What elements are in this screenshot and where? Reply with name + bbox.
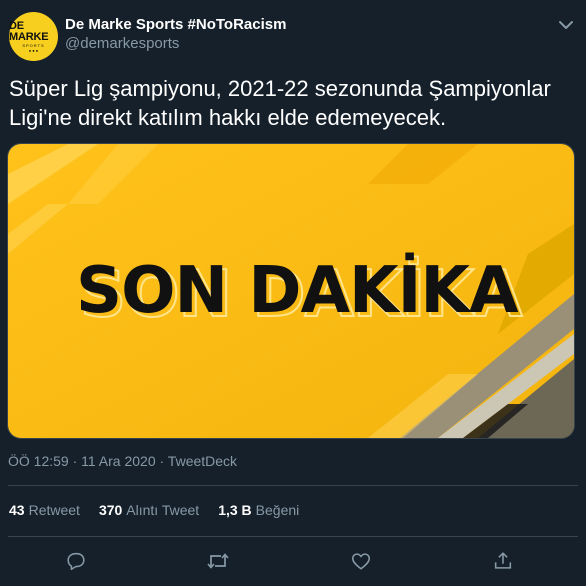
- reply-icon[interactable]: [61, 546, 91, 576]
- handle[interactable]: @demarkesports: [65, 34, 286, 54]
- retweet-stat[interactable]: 43 Retweet: [9, 502, 80, 518]
- heart-icon[interactable]: [346, 546, 376, 576]
- chevron-down-icon[interactable]: [557, 16, 575, 34]
- share-icon[interactable]: [488, 546, 518, 576]
- divider: [8, 485, 578, 486]
- tweet-header: DE MARKE SPORTS ● ● ● De Marke Sports #N…: [9, 12, 577, 62]
- tweet-image[interactable]: SON DAKİKA SON DAKİKA: [7, 143, 575, 439]
- like-label: Beğeni: [255, 502, 300, 518]
- retweet-count: 43: [9, 502, 25, 518]
- avatar-logo-dots: ● ● ●: [28, 47, 39, 53]
- avatar[interactable]: DE MARKE SPORTS ● ● ●: [9, 12, 58, 61]
- display-name[interactable]: De Marke Sports #NoToRacism: [65, 15, 286, 34]
- author-names: De Marke Sports #NoToRacism @demarkespor…: [65, 15, 286, 54]
- tweet-stats: 43 Retweet 370 Alıntı Tweet 1,3 B Beğeni: [9, 502, 299, 518]
- quote-stat[interactable]: 370 Alıntı Tweet: [99, 502, 199, 518]
- divider: [8, 536, 578, 537]
- like-stat[interactable]: 1,3 B Beğeni: [218, 502, 299, 518]
- tweet-text: Süper Lig şampiyonu, 2021-22 sezonunda Ş…: [9, 76, 551, 130]
- quote-count: 370: [98, 502, 123, 518]
- image-headline: SON DAKİKA: [76, 252, 519, 328]
- retweet-icon[interactable]: [203, 546, 233, 576]
- tweet-actions: [0, 546, 586, 576]
- avatar-logo-text: DE MARKE: [9, 19, 49, 43]
- retweet-label: Retweet: [28, 502, 80, 518]
- like-count: 1,3 B: [218, 502, 252, 518]
- tweet-timestamp[interactable]: ÖÖ 12:59 · 11 Ara 2020 · TweetDeck: [8, 453, 237, 469]
- quote-label: Alıntı Tweet: [126, 502, 200, 518]
